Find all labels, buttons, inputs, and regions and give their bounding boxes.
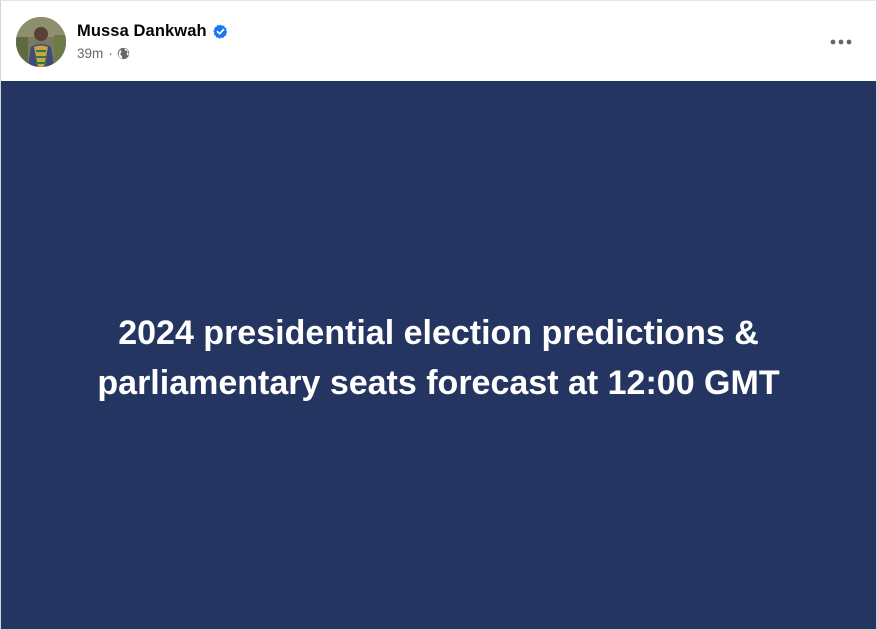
facebook-post: Mussa Dankwah 39m · 2024 presidential el…	[0, 0, 877, 630]
avatar-photo	[16, 17, 66, 67]
post-meta: 39m ·	[77, 46, 130, 61]
more-options-icon	[830, 39, 852, 45]
globe-icon[interactable]	[117, 47, 130, 60]
verified-badge-icon	[212, 24, 228, 39]
post-text-background: 2024 presidential election predictions &…	[1, 81, 876, 629]
author-row: Mussa Dankwah	[77, 20, 228, 42]
post-header: Mussa Dankwah 39m ·	[1, 1, 876, 81]
post-timestamp[interactable]: 39m	[77, 46, 103, 61]
author-name[interactable]: Mussa Dankwah	[77, 22, 207, 41]
more-options-button[interactable]	[824, 27, 858, 57]
meta-separator: ·	[108, 46, 113, 61]
post-body-text: 2024 presidential election predictions &…	[97, 314, 780, 402]
author-avatar[interactable]	[16, 17, 66, 67]
